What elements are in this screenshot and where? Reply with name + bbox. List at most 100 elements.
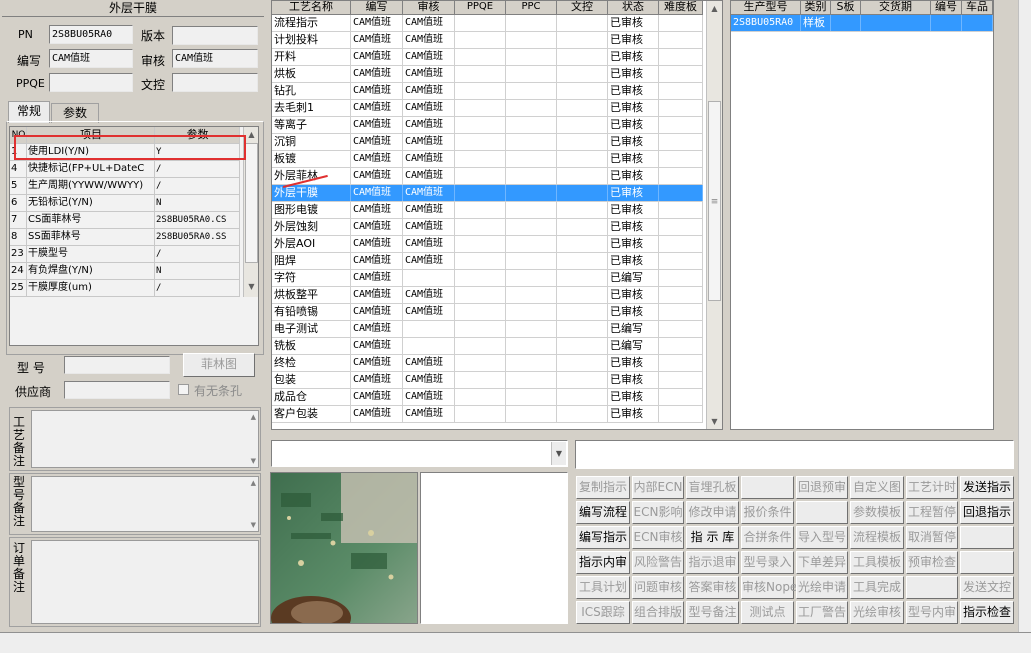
- scroll-thumb[interactable]: [245, 143, 258, 263]
- table-row[interactable]: 沉铜 CAM值班 CAM值班 已审核: [272, 134, 703, 151]
- action-button[interactable]: 下单差异: [796, 551, 848, 574]
- process-scrollbar[interactable]: ▲ ≡ ▼: [706, 1, 722, 429]
- empty-button[interactable]: [906, 576, 958, 599]
- table-row[interactable]: 外层蚀刻 CAM值班 CAM值班 已审核: [272, 219, 703, 236]
- scroll-thumb[interactable]: ≡: [708, 101, 721, 301]
- table-row[interactable]: 烘板 CAM值班 CAM值班 已审核: [272, 66, 703, 83]
- col-header-reviewer[interactable]: 审核: [403, 1, 455, 15]
- param-row[interactable]: 5 生产周期(YYWW/WWYY) /: [10, 178, 240, 195]
- action-button[interactable]: ICS跟踪: [576, 601, 630, 624]
- order-memo-textarea[interactable]: [31, 540, 259, 624]
- col-header-wenkong[interactable]: 文控: [557, 1, 608, 15]
- param-row[interactable]: 25 干膜厚度(um) /: [10, 280, 240, 297]
- table-row[interactable]: 钻孔 CAM值班 CAM值班 已审核: [272, 83, 703, 100]
- action-button[interactable]: 编写指示: [576, 526, 630, 549]
- action-button[interactable]: 型号录入: [741, 551, 794, 574]
- action-button[interactable]: 答案审核: [686, 576, 739, 599]
- action-button[interactable]: 导入型号: [796, 526, 848, 549]
- param-row[interactable]: 4 快捷标记(FP+UL+DateC /: [10, 161, 240, 178]
- action-button[interactable]: 工具完成: [850, 576, 904, 599]
- action-button[interactable]: 报价条件: [741, 501, 794, 524]
- table-row[interactable]: 成品仓 CAM值班 CAM值班 已审核: [272, 389, 703, 406]
- ppqe-field[interactable]: [49, 73, 133, 92]
- col-header-delivery[interactable]: 交货期: [861, 1, 931, 15]
- action-button[interactable]: ECN影响: [632, 501, 684, 524]
- action-button[interactable]: 指 示 库: [686, 526, 739, 549]
- memo-scroll-up-icon[interactable]: ▲: [251, 479, 256, 487]
- process-combo[interactable]: ▼: [271, 440, 568, 467]
- param-row[interactable]: 24 有负焊盘(Y/N) N: [10, 263, 240, 280]
- wenkong-field[interactable]: [172, 73, 258, 92]
- action-button[interactable]: 指示内审: [576, 551, 630, 574]
- param-row[interactable]: 8 SS面菲林号 2S8BU05RA0.SS: [10, 229, 240, 246]
- col-header-difficulty[interactable]: 难度板: [659, 1, 703, 15]
- supplier-field[interactable]: [64, 381, 170, 399]
- version-field[interactable]: [172, 26, 258, 45]
- action-button[interactable]: 指示检查: [960, 601, 1014, 624]
- action-button[interactable]: 工程暂停: [906, 501, 958, 524]
- no-strip-checkbox[interactable]: [178, 384, 189, 395]
- model-field[interactable]: [64, 356, 170, 374]
- action-button[interactable]: 自定义图: [850, 476, 904, 499]
- empty-button[interactable]: [960, 526, 1014, 549]
- table-row[interactable]: 终检 CAM值班 CAM值班 已审核: [272, 355, 703, 372]
- action-button[interactable]: 工具模板: [850, 551, 904, 574]
- action-button[interactable]: 发送指示: [960, 476, 1014, 499]
- action-button[interactable]: 组合排版: [632, 601, 684, 624]
- table-row[interactable]: 计划投料 CAM值班 CAM值班 已审核: [272, 32, 703, 49]
- col-header-number[interactable]: 编号: [931, 1, 962, 15]
- col-header-writer[interactable]: 编写: [351, 1, 403, 15]
- action-button[interactable]: 流程模板: [850, 526, 904, 549]
- table-row[interactable]: 客户包装 CAM值班 CAM值班 已审核: [272, 406, 703, 423]
- reviewer-field[interactable]: CAM值班: [172, 49, 258, 68]
- action-button[interactable]: 编写流程: [576, 501, 630, 524]
- memo-scroll-down-icon[interactable]: ▼: [251, 521, 256, 529]
- action-button[interactable]: 修改申请: [686, 501, 739, 524]
- memo-scroll-down-icon[interactable]: ▼: [251, 457, 256, 465]
- col-header-sboard[interactable]: S板: [831, 1, 861, 15]
- col-header-ppqe[interactable]: PPQE: [455, 1, 506, 15]
- process-memo-textarea[interactable]: ▲ ▼: [31, 410, 259, 468]
- scroll-down-icon[interactable]: ▼: [244, 279, 258, 294]
- action-button[interactable]: 工艺计时: [906, 476, 958, 499]
- col-header-model[interactable]: 生产型号: [731, 1, 801, 15]
- empty-button[interactable]: [741, 476, 794, 499]
- table-row[interactable]: 包装 CAM值班 CAM值班 已审核: [272, 372, 703, 389]
- action-button[interactable]: 回退预审: [796, 476, 848, 499]
- param-row[interactable]: 23 干膜型号 /: [10, 246, 240, 263]
- table-row[interactable]: 外层AOI CAM值班 CAM值班 已审核: [272, 236, 703, 253]
- action-button[interactable]: 参数模板: [850, 501, 904, 524]
- action-button[interactable]: 复制指示: [576, 476, 630, 499]
- model-memo-textarea[interactable]: ▲ ▼: [31, 476, 259, 532]
- table-row[interactable]: 板镀 CAM值班 CAM值班 已审核: [272, 151, 703, 168]
- table-row[interactable]: 图形电镀 CAM值班 CAM值班 已审核: [272, 202, 703, 219]
- pn-field[interactable]: 2S8BU05RA0: [49, 25, 133, 44]
- film-drawing-button[interactable]: 菲林图: [183, 353, 255, 377]
- action-button[interactable]: 工具计划: [576, 576, 630, 599]
- action-button[interactable]: 风险警告: [632, 551, 684, 574]
- action-button[interactable]: 合拼条件: [741, 526, 794, 549]
- action-button[interactable]: 工厂警告: [796, 601, 848, 624]
- table-row[interactable]: 流程指示 CAM值班 CAM值班 已审核: [272, 15, 703, 32]
- scroll-up-icon[interactable]: ▲: [244, 127, 258, 142]
- col-header-car[interactable]: 车品: [962, 1, 993, 15]
- action-button[interactable]: 回退指示: [960, 501, 1014, 524]
- chevron-down-icon[interactable]: ▼: [551, 442, 566, 465]
- action-button[interactable]: 审核Nope: [741, 576, 797, 599]
- writer-field[interactable]: CAM值班: [49, 49, 133, 68]
- param-row[interactable]: 7 CS面菲林号 2S8BU05RA0.CS: [10, 212, 240, 229]
- action-button[interactable]: 内部ECN: [632, 476, 684, 499]
- param-row[interactable]: 6 无铅标记(Y/N) N: [10, 195, 240, 212]
- action-button[interactable]: ECN审核: [632, 526, 684, 549]
- scroll-up-icon[interactable]: ▲: [707, 1, 722, 16]
- tab-params[interactable]: 参数: [51, 103, 99, 123]
- model-row[interactable]: 2S8BU05RA0 样板: [731, 15, 993, 32]
- table-row[interactable]: 字符 CAM值班 已编写: [272, 270, 703, 287]
- action-button[interactable]: 测试点: [741, 601, 794, 624]
- table-row[interactable]: 外层干膜 CAM值班 CAM值班 已审核: [272, 185, 703, 202]
- tab-general[interactable]: 常规: [8, 101, 50, 123]
- table-row[interactable]: 电子测试 CAM值班 已编写: [272, 321, 703, 338]
- col-header-category[interactable]: 类别: [801, 1, 831, 15]
- action-button[interactable]: 问题审核: [632, 576, 684, 599]
- action-button[interactable]: 光绘审核: [850, 601, 904, 624]
